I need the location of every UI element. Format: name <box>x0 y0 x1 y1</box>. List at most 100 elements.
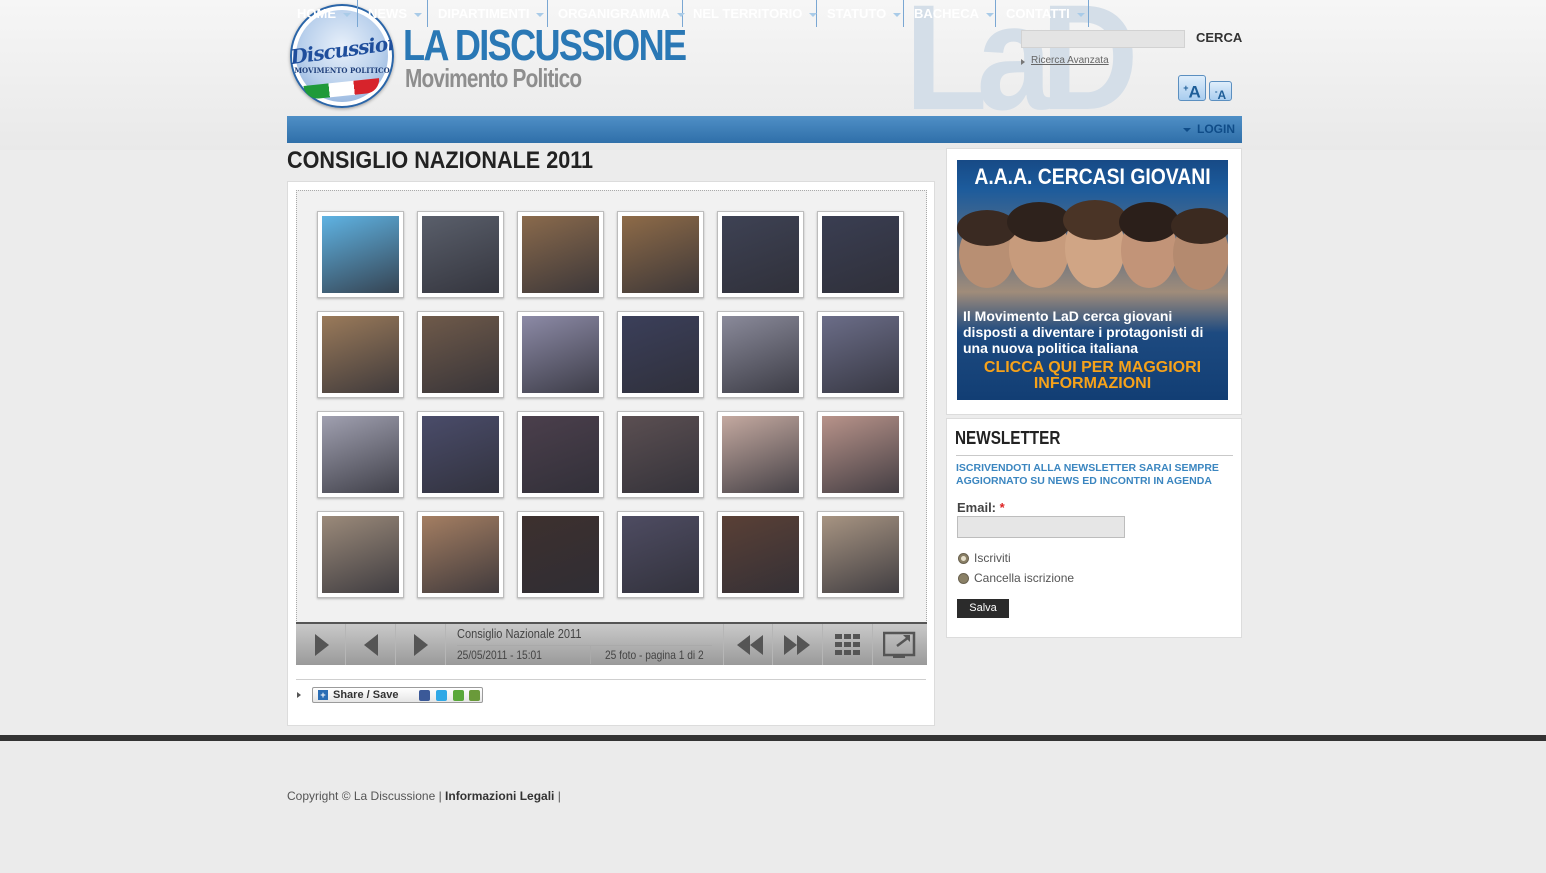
info-divider <box>457 645 712 646</box>
album-title: Consiglio Nazionale 2011 <box>457 626 582 641</box>
gallery-thumbnail[interactable] <box>617 211 704 298</box>
copyright: Copyright © La Discussione | Informazion… <box>287 789 561 803</box>
nav-dipartimenti[interactable]: DIPARTIMENTI <box>428 0 548 27</box>
thumbnail-image <box>722 216 799 293</box>
gallery-thumbnail[interactable] <box>517 311 604 398</box>
thumbnail-image <box>822 216 899 293</box>
unsubscribe-label[interactable]: Cancella iscrizione <box>974 571 1074 585</box>
nav-news-label: NEWS <box>368 6 407 21</box>
album-date: 25/05/2011 - 15:01 <box>457 648 542 662</box>
arrow-left-icon <box>364 634 378 656</box>
chevron-down-icon <box>536 12 545 17</box>
nav-territorio[interactable]: NEL TERRITORIO <box>683 0 818 27</box>
play-icon <box>315 634 329 656</box>
login-link[interactable]: LOGIN <box>1183 116 1235 143</box>
font-increase-button[interactable]: +A <box>1178 75 1206 102</box>
gallery-thumbnail[interactable] <box>317 211 404 298</box>
nav-organigramma-label: ORGANIGRAMMA <box>558 6 670 21</box>
gallery-thumbnail[interactable] <box>817 511 904 598</box>
double-arrow-right-icon <box>784 635 810 655</box>
gallery-thumbnail[interactable] <box>517 411 604 498</box>
font-decrease-button[interactable]: -A <box>1209 81 1232 102</box>
thumbnail-image <box>322 516 399 593</box>
thumbnail-image <box>322 316 399 393</box>
thumbnail-image <box>322 416 399 493</box>
search-input[interactable] <box>1021 30 1185 48</box>
gallery-thumbnail[interactable] <box>317 311 404 398</box>
thumbnail-image <box>522 316 599 393</box>
font-decrease-label: A <box>1217 88 1227 102</box>
thumbnail-image <box>722 416 799 493</box>
last-page-button[interactable] <box>773 624 823 665</box>
gallery-thumbnail[interactable] <box>817 311 904 398</box>
thumbnail-image <box>622 516 699 593</box>
main-navigation <box>287 116 1242 143</box>
nav-organigramma[interactable]: ORGANIGRAMMA <box>548 0 685 27</box>
gallery-thumbnail[interactable] <box>717 411 804 498</box>
previous-button[interactable] <box>346 624 396 665</box>
nav-news[interactable]: NEWS <box>358 0 428 27</box>
thumbnail-image <box>722 516 799 593</box>
advanced-search-link[interactable]: Ricerca Avanzata <box>1031 55 1109 66</box>
gallery-thumbnail[interactable] <box>817 411 904 498</box>
gallery-thumbnail[interactable] <box>517 211 604 298</box>
unsubscribe-radio[interactable] <box>958 573 969 584</box>
newsletter-title: NEWSLETTER <box>955 428 1061 448</box>
nav-home[interactable]: HOME <box>287 0 358 27</box>
grid-view-button[interactable] <box>823 624 873 665</box>
legal-link[interactable]: Informazioni Legali <box>445 789 554 803</box>
logo-subtitle: MOVIMENTO POLITICO <box>294 66 390 75</box>
promo-cta[interactable]: CLICCA QUI PER MAGGIORI INFORMAZIONI <box>957 360 1228 392</box>
next-button[interactable] <box>396 624 446 665</box>
thumbnail-image <box>422 216 499 293</box>
gallery-thumbnail[interactable] <box>417 511 504 598</box>
first-page-button[interactable] <box>723 624 773 665</box>
gallery-thumbnail[interactable] <box>717 511 804 598</box>
email-label: Email: * <box>957 500 1005 515</box>
save-button[interactable]: Salva <box>957 599 1009 618</box>
gallery-thumbnail[interactable] <box>717 311 804 398</box>
gallery-thumbnail[interactable] <box>417 211 504 298</box>
share-save-button[interactable]: + Share / Save <box>312 687 483 703</box>
font-increase-label: A <box>1188 82 1201 102</box>
gallery-thumbnail[interactable] <box>317 411 404 498</box>
gallery-thumbnail[interactable] <box>717 211 804 298</box>
double-arrow-left-icon <box>737 635 763 655</box>
search-button[interactable]: CERCA <box>1196 30 1242 45</box>
gallery-thumbnail[interactable] <box>617 311 704 398</box>
thumbnail-image <box>822 416 899 493</box>
chevron-down-icon <box>893 12 902 17</box>
gallery-thumbnail[interactable] <box>317 511 404 598</box>
nav-statuto[interactable]: STATUTO <box>817 0 904 27</box>
chevron-down-icon <box>1183 127 1191 132</box>
promo-banner[interactable]: A.A.A. CERCASI GIOVANI Il Movimento LaD … <box>957 160 1228 400</box>
play-button[interactable] <box>296 624 346 665</box>
promo-body: Il Movimento LaD cerca giovani disposti … <box>963 308 1204 356</box>
subscribe-label[interactable]: Iscriviti <box>974 551 1011 565</box>
info-separator <box>590 646 591 664</box>
gallery-thumbnail[interactable] <box>417 311 504 398</box>
gallery-thumbnail[interactable] <box>417 411 504 498</box>
gallery-thumbnail[interactable] <box>617 411 704 498</box>
nav-home-label: HOME <box>297 6 336 21</box>
login-label: LOGIN <box>1197 122 1235 136</box>
subscribe-radio[interactable] <box>958 553 969 564</box>
share-label: Share / Save <box>333 689 399 701</box>
thumbnail-image <box>422 416 499 493</box>
nav-bacheca-label: BACHECA <box>914 6 979 21</box>
share-icon <box>453 690 464 701</box>
nav-contatti[interactable]: CONTATTI <box>996 0 1089 27</box>
gallery-thumbnail[interactable] <box>817 211 904 298</box>
thumbnail-image <box>622 416 699 493</box>
bookmark-icon <box>469 690 480 701</box>
email-field[interactable] <box>957 516 1125 538</box>
chevron-down-icon <box>414 12 422 17</box>
thumbnail-image <box>622 316 699 393</box>
twitter-icon <box>436 690 447 701</box>
gallery-thumbnail[interactable] <box>517 511 604 598</box>
gallery-thumbnail[interactable] <box>617 511 704 598</box>
nav-dipartimenti-label: DIPARTIMENTI <box>438 6 530 21</box>
fullscreen-button[interactable] <box>873 624 923 665</box>
nav-bacheca[interactable]: BACHECA <box>904 0 996 27</box>
newsletter-description: ISCRIVENDOTI ALLA NEWSLETTER SARAI SEMPR… <box>956 462 1219 487</box>
